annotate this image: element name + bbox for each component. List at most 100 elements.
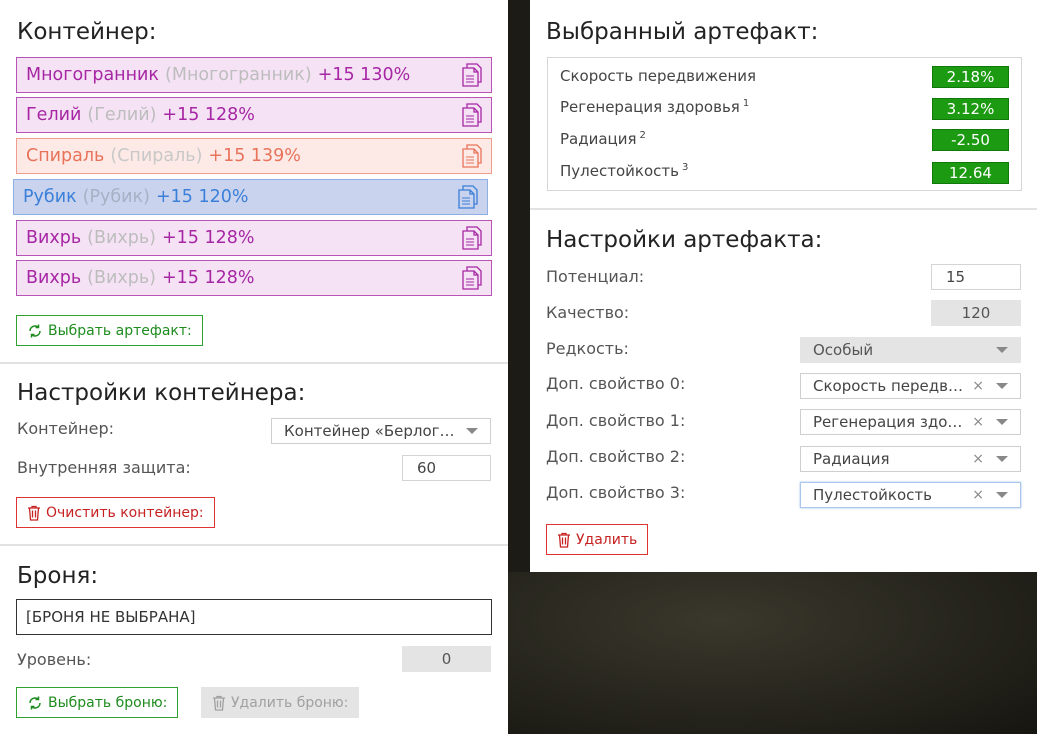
chevron-down-icon	[996, 419, 1008, 425]
selected-artifact-title: Выбранный артефакт:	[546, 19, 819, 45]
artifact-name: Многогранник	[26, 65, 160, 85]
quality-label: Качество:	[546, 303, 630, 322]
artifact-bonus: +15 139%	[208, 146, 301, 166]
artifact-name: Вихрь	[26, 268, 82, 288]
protection-input[interactable]: 60	[402, 455, 491, 481]
chevron-down-icon	[466, 428, 478, 434]
right-panel: Выбранный артефакт: Скорость передвижени…	[530, 0, 1037, 572]
select-armor-label: Выбрать броню:	[48, 694, 168, 711]
clear-icon[interactable]: ×	[972, 487, 984, 503]
chevron-down-icon	[996, 347, 1008, 353]
left-panel: Контейнер: Многогранник (Многогранник) +15…	[0, 0, 508, 734]
artifact-settings-title: Настройки артефакта:	[546, 227, 823, 253]
prop-select-2[interactable]: Радиация ×	[800, 446, 1021, 472]
refresh-icon	[29, 696, 41, 709]
trash-icon	[213, 695, 225, 711]
prop-label-3: Доп. свойство 3:	[546, 483, 686, 502]
artifact-name: Гелий	[26, 105, 82, 125]
container-select[interactable]: Контейнер «Берлога...	[271, 418, 491, 444]
artifact-row[interactable]: Вихрь (Вихрь) +15 128%	[16, 220, 492, 256]
delete-armor-label: Удалить броню:	[231, 694, 349, 711]
prop-select-1[interactable]: Регенерация здоровья ×	[800, 409, 1021, 435]
divider	[530, 208, 1037, 210]
prop-label-1: Доп. свойство 1:	[546, 411, 686, 430]
copy-icon[interactable]	[461, 62, 483, 88]
prop-label-2: Доп. свойство 2:	[546, 447, 686, 466]
stat-value-2: -2.50	[932, 129, 1009, 151]
quality-input[interactable]: 120	[931, 300, 1021, 326]
container-title: Контейнер:	[17, 19, 157, 45]
stat-value-3: 12.64	[932, 162, 1009, 184]
chevron-down-icon	[996, 456, 1008, 462]
armor-title: Броня:	[17, 563, 99, 589]
copy-icon[interactable]	[461, 265, 483, 291]
copy-icon[interactable]	[457, 184, 479, 210]
artifact-row[interactable]: Спираль (Спираль) +15 139%	[16, 138, 492, 174]
container-label: Контейнер:	[17, 419, 115, 438]
container-select-value: Контейнер «Берлога...	[284, 422, 462, 440]
prop-select-3[interactable]: Пулестойкость ×	[800, 482, 1021, 508]
artifact-bonus: +15 130%	[317, 65, 411, 85]
trash-icon	[28, 505, 40, 521]
artifact-bonus: +15 128%	[162, 105, 255, 125]
clear-container-label: Очистить контейнер:	[46, 504, 204, 521]
artifact-alt-name: (Вихрь)	[87, 268, 156, 288]
chevron-down-icon	[996, 492, 1008, 498]
prop-label-0: Доп. свойство 0:	[546, 374, 686, 393]
rarity-label: Редкость:	[546, 339, 629, 358]
stat-value-0: 2.18%	[932, 66, 1009, 88]
artifact-name: Спираль	[26, 146, 105, 166]
artifact-alt-name: (Гелий)	[87, 105, 157, 125]
protection-label: Внутренняя защита:	[17, 458, 191, 477]
artifact-alt-name: (Вихрь)	[87, 228, 156, 248]
stat-label-1: Регенерация здоровья 1	[560, 98, 750, 116]
divider	[0, 362, 508, 364]
artifact-name: Вихрь	[26, 228, 82, 248]
artifact-alt-name: (Многогранник)	[165, 65, 312, 85]
artifact-name: Рубик	[23, 187, 77, 207]
select-armor-button[interactable]: Выбрать броню:	[16, 687, 179, 718]
select-artifact-label: Выбрать артефакт:	[48, 322, 192, 339]
rarity-select[interactable]: Особый	[800, 337, 1021, 363]
trash-icon	[558, 532, 570, 548]
refresh-icon	[29, 324, 41, 337]
stats-box: Скорость передвижения 2.18% Регенерация …	[547, 57, 1022, 191]
artifact-row[interactable]: Вихрь (Вихрь) +15 128%	[16, 260, 492, 296]
potential-input[interactable]: 15	[931, 264, 1021, 290]
stat-value-1: 3.12%	[932, 98, 1009, 120]
clear-icon[interactable]: ×	[972, 414, 984, 430]
artifact-row[interactable]: Многогранник (Многогранник) +15 130%	[16, 57, 492, 93]
armor-field[interactable]: [БРОНЯ НЕ ВЫБРАНА]	[16, 599, 492, 635]
armor-level-input[interactable]: 0	[402, 646, 491, 672]
artifact-bonus: +15 128%	[161, 268, 255, 288]
container-settings-title: Настройки контейнера:	[17, 380, 306, 406]
chevron-down-icon	[996, 383, 1008, 389]
divider	[0, 544, 508, 546]
stat-label-2: Радиация 2	[560, 130, 646, 148]
clear-icon[interactable]: ×	[972, 451, 984, 467]
copy-icon[interactable]	[461, 143, 483, 169]
delete-armor-button[interactable]: Удалить броню:	[201, 687, 360, 718]
stat-label-0: Скорость передвижения	[560, 67, 757, 85]
clear-icon[interactable]: ×	[972, 378, 984, 394]
artifact-row[interactable]: Гелий (Гелий) +15 128%	[16, 97, 492, 133]
select-artifact-button[interactable]: Выбрать артефакт:	[16, 315, 203, 346]
artifact-bonus: +15 120%	[155, 187, 249, 207]
prop-select-0[interactable]: Скорость передвижения ×	[800, 373, 1021, 399]
copy-icon[interactable]	[461, 102, 483, 128]
prop-select-value: Скорость передвижения	[813, 377, 968, 395]
delete-artifact-label: Удалить	[576, 531, 638, 548]
stat-label-3: Пулестойкость 3	[560, 162, 689, 180]
armor-level-label: Уровень:	[17, 650, 92, 669]
artifact-alt-name: (Рубик)	[82, 187, 150, 207]
artifact-bonus: +15 128%	[161, 228, 255, 248]
artifact-alt-name: (Спираль)	[110, 146, 203, 166]
rarity-select-value: Особый	[813, 341, 874, 359]
prop-select-value: Пулестойкость	[813, 486, 932, 504]
delete-artifact-button[interactable]: Удалить	[546, 524, 649, 555]
background	[508, 572, 1037, 734]
clear-container-button[interactable]: Очистить контейнер:	[16, 497, 215, 528]
artifact-row[interactable]: Рубик (Рубик) +15 120%	[13, 179, 488, 215]
copy-icon[interactable]	[461, 225, 483, 251]
prop-select-value: Радиация	[813, 450, 890, 468]
